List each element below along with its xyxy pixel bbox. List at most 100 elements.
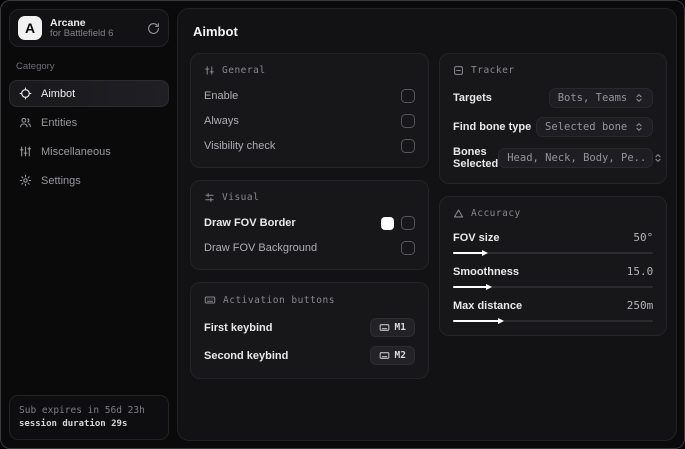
setting-row-find-bone-type: Find bone type Selected bone (453, 117, 654, 137)
keybind-value: M1 (394, 322, 406, 333)
triangle-icon (453, 208, 464, 219)
setting-label: Second keybind (204, 349, 289, 362)
select-value: Bots, Teams (557, 92, 628, 104)
select-value: Head, Neck, Body, Pe.. (507, 152, 647, 164)
slider-fill (453, 318, 505, 324)
setting-label: Draw FOV Border (204, 217, 296, 229)
brand-card: A Arcane for Battlefield 6 (9, 9, 169, 47)
chevrons-up-down-icon (634, 122, 644, 132)
select-value: Selected bone (545, 121, 628, 133)
page-title: Aimbot (193, 24, 238, 39)
visibility-check-checkbox[interactable] (401, 139, 415, 153)
tracker-panel: Tracker Targets Bots, Teams Find bone ty… (439, 53, 668, 184)
fov-border-color-swatch[interactable] (381, 216, 394, 230)
setting-row-bones-selected: Bones Selected Head, Neck, Body, Pe.. (453, 146, 661, 170)
setting-label: Bones Selected (453, 146, 499, 170)
app-logo: A (18, 16, 42, 40)
keyboard-icon (379, 350, 390, 361)
panel-title: General (222, 65, 266, 76)
panel-title: Tracker (471, 65, 515, 76)
gear-icon (19, 174, 32, 187)
sliders-horizontal-icon (204, 192, 215, 203)
smoothness-value: 15.0 (626, 265, 654, 278)
sidebar-item-label: Settings (41, 174, 81, 187)
keybind-value: M2 (394, 350, 406, 361)
setting-row-enable: Enable (204, 88, 415, 104)
sub-expiry-text: Sub expires in 56d 23h (19, 405, 145, 417)
sliders-icon (204, 65, 215, 76)
setting-row-visibility-check: Visibility check (204, 138, 415, 154)
left-column: General Enable Always Visibility check V… (190, 53, 429, 391)
setting-label: Smoothness (453, 265, 520, 278)
crosshair-icon (19, 87, 32, 100)
visual-panel-header: Visual (204, 192, 415, 203)
setting-label: FOV size (453, 231, 500, 244)
setting-row-draw-fov-border: Draw FOV Border (204, 215, 415, 231)
setting-label: Find bone type (453, 121, 532, 133)
bones-selected-select[interactable]: Head, Neck, Body, Pe.. (498, 148, 661, 168)
enable-checkbox[interactable] (401, 89, 415, 103)
setting-label: First keybind (204, 321, 273, 334)
panel-title: Activation buttons (223, 294, 335, 306)
setting-label: Enable (204, 90, 239, 102)
subscription-card: Sub expires in 56d 23h session duration … (9, 395, 169, 440)
setting-row-fov-size: FOV size 50° (453, 231, 654, 256)
slider-fill (453, 284, 493, 290)
setting-row-max-distance: Max distance 250m (453, 299, 654, 324)
sidebar-item-aimbot[interactable]: Aimbot (9, 80, 169, 107)
sidebar: A Arcane for Battlefield 6 Category Aimb… (1, 1, 177, 448)
panel-title: Visual (222, 192, 260, 203)
sidebar-item-settings[interactable]: Settings (9, 167, 169, 194)
tracker-panel-header: Tracker (453, 65, 653, 76)
first-keybind-button[interactable]: M1 (369, 318, 415, 337)
setting-row-draw-fov-background: Draw FOV Background (204, 240, 415, 256)
refresh-icon[interactable] (147, 22, 160, 35)
square-minus-icon (453, 65, 464, 76)
find-bone-type-select[interactable]: Selected bone (536, 117, 654, 137)
visual-panel: Visual Draw FOV Border Draw FOV Backgrou… (190, 180, 429, 270)
setting-row-smoothness: Smoothness 15.0 (453, 265, 654, 290)
accuracy-panel-header: Accuracy (453, 208, 653, 219)
slider-fill (453, 250, 489, 256)
max-distance-value: 250m (626, 299, 654, 312)
general-panel: General Enable Always Visibility check (190, 53, 429, 168)
fov-size-value: 50° (633, 231, 654, 244)
accuracy-panel: Accuracy FOV size 50° Smoothness 15.0 Ma… (439, 196, 668, 336)
setting-label: Targets (453, 92, 492, 104)
activation-panel-header: Activation buttons (204, 294, 415, 306)
sidebar-item-entities[interactable]: Entities (9, 109, 169, 136)
setting-label: Draw FOV Background (204, 242, 318, 254)
panel-title: Accuracy (471, 208, 521, 219)
setting-label: Always (204, 115, 239, 127)
brand-text: Arcane for Battlefield 6 (50, 17, 139, 40)
sliders-vertical-icon (19, 145, 32, 158)
sidebar-item-label: Aimbot (41, 87, 76, 100)
sidebar-item-label: Entities (41, 116, 78, 129)
max-distance-slider[interactable] (453, 318, 654, 324)
session-duration-text: session duration 29s (19, 418, 128, 429)
draw-fov-border-checkbox[interactable] (401, 216, 415, 230)
setting-row-first-keybind: First keybind M1 (204, 318, 415, 337)
always-checkbox[interactable] (401, 114, 415, 128)
smoothness-slider[interactable] (453, 284, 654, 290)
main-content: Aimbot General Enable Always Visibility … (177, 8, 677, 441)
draw-fov-background-checkbox[interactable] (401, 241, 415, 255)
chevrons-up-down-icon (653, 153, 663, 163)
users-icon (19, 116, 32, 129)
setting-row-targets: Targets Bots, Teams (453, 88, 654, 108)
fov-size-slider[interactable] (453, 250, 654, 256)
panel-columns: General Enable Always Visibility check V… (190, 53, 668, 391)
targets-select[interactable]: Bots, Teams (548, 88, 654, 108)
keyboard-icon (204, 294, 216, 306)
setting-label: Visibility check (204, 140, 276, 152)
app-window: A Arcane for Battlefield 6 Category Aimb… (0, 0, 685, 449)
general-panel-header: General (204, 65, 415, 76)
app-name: Arcane (50, 16, 86, 29)
setting-row-second-keybind: Second keybind M2 (204, 346, 415, 365)
keyboard-icon (379, 322, 390, 333)
right-column: Tracker Targets Bots, Teams Find bone ty… (439, 53, 668, 348)
second-keybind-button[interactable]: M2 (369, 346, 415, 365)
category-label: Category (16, 61, 55, 72)
sidebar-item-miscellaneous[interactable]: Miscellaneous (9, 138, 169, 165)
setting-row-always: Always (204, 113, 415, 129)
